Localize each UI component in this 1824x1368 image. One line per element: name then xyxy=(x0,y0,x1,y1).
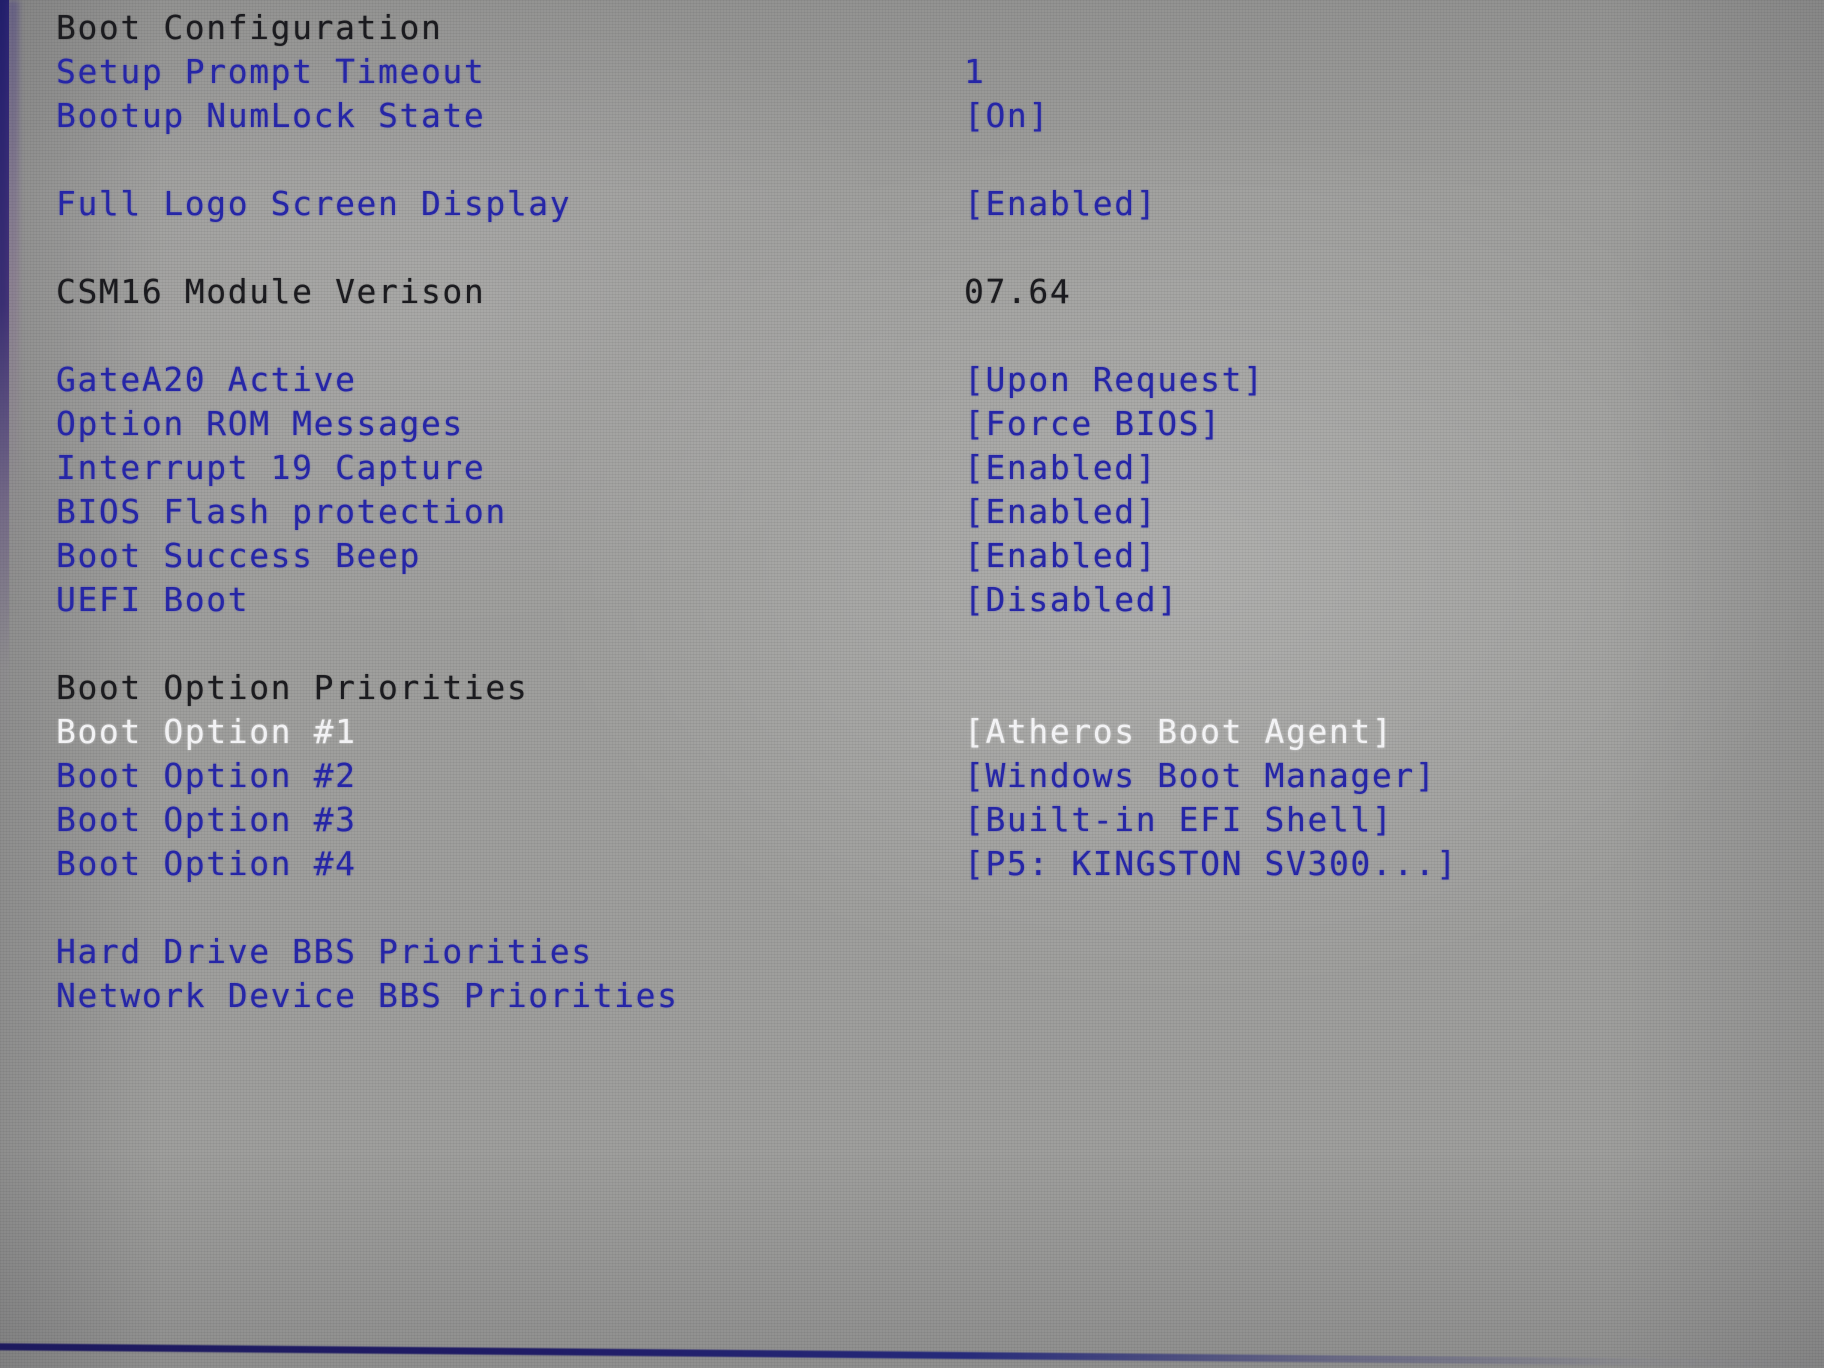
menu-item-label: UEFI Boot xyxy=(56,580,250,619)
menu-spacer xyxy=(56,226,1824,270)
menu-item-label: Boot Option #1 xyxy=(56,712,357,751)
menu-item-boot-option-1[interactable]: Boot Option #1 [Atheros Boot Agent] xyxy=(56,710,1824,754)
menu-header-boot-configuration: Boot Configuration xyxy=(56,6,1824,50)
menu-item-boot-option-2[interactable]: Boot Option #2 [Windows Boot Manager] xyxy=(56,754,1824,798)
menu-item-gatea20-active[interactable]: GateA20 Active [Upon Request] xyxy=(56,358,1824,402)
menu-item-option-rom-messages[interactable]: Option ROM Messages [Force BIOS] xyxy=(56,402,1824,446)
menu-item-label: Full Logo Screen Display xyxy=(56,184,572,223)
menu-item-value[interactable]: [On] xyxy=(964,94,1050,138)
menu-spacer xyxy=(56,622,1824,666)
bios-menu-list: Boot Configuration Setup Prompt Timeout 1 B… xyxy=(0,0,1824,1368)
menu-spacer xyxy=(56,314,1824,358)
menu-item-interrupt-19-capture[interactable]: Interrupt 19 Capture [Enabled] xyxy=(56,446,1824,490)
menu-item-value[interactable]: [Upon Request] xyxy=(964,358,1265,402)
menu-item-label: Setup Prompt Timeout xyxy=(56,52,486,91)
menu-item-value[interactable]: [Atheros Boot Agent] xyxy=(964,710,1393,754)
menu-item-label: BIOS Flash protection xyxy=(56,492,507,531)
menu-spacer xyxy=(56,138,1824,182)
menu-item-label: Network Device BBS Priorities xyxy=(56,976,679,1015)
menu-item-label: Boot Success Beep xyxy=(56,536,421,575)
menu-item-value[interactable]: [Force BIOS] xyxy=(964,402,1222,446)
menu-item-label: Boot Option Priorities xyxy=(56,668,529,707)
menu-spacer xyxy=(56,886,1824,930)
menu-item-network-device-bbs-priorities[interactable]: Network Device BBS Priorities xyxy=(56,974,1824,1018)
menu-item-value[interactable]: [Disabled] xyxy=(964,578,1179,622)
menu-item-value[interactable]: 07.64 xyxy=(964,270,1071,314)
menu-header-boot-option-priorities: Boot Option Priorities xyxy=(56,666,1824,710)
menu-item-label: Boot Configuration xyxy=(56,8,443,47)
menu-item-value[interactable]: [Enabled] xyxy=(964,490,1157,534)
menu-item-label: GateA20 Active xyxy=(56,360,357,399)
menu-item-value[interactable]: 1 xyxy=(964,50,985,94)
menu-item-boot-success-beep[interactable]: Boot Success Beep [Enabled] xyxy=(56,534,1824,578)
menu-item-boot-option-4[interactable]: Boot Option #4 [P5: KINGSTON SV300...] xyxy=(56,842,1824,886)
menu-item-value[interactable]: [Enabled] xyxy=(964,182,1157,226)
menu-item-label: Boot Option #3 xyxy=(56,800,357,839)
menu-header-csm16-module-verison: CSM16 Module Verison 07.64 xyxy=(56,270,1824,314)
menu-item-setup-prompt-timeout[interactable]: Setup Prompt Timeout 1 xyxy=(56,50,1824,94)
menu-item-value[interactable]: [P5: KINGSTON SV300...] xyxy=(964,842,1458,886)
menu-item-label: Bootup NumLock State xyxy=(56,96,486,135)
menu-item-uefi-boot[interactable]: UEFI Boot [Disabled] xyxy=(56,578,1824,622)
menu-item-label: CSM16 Module Verison xyxy=(56,272,486,311)
menu-item-full-logo-screen-display[interactable]: Full Logo Screen Display [Enabled] xyxy=(56,182,1824,226)
menu-item-value[interactable]: [Enabled] xyxy=(964,534,1157,578)
menu-item-value[interactable]: [Windows Boot Manager] xyxy=(964,754,1436,798)
menu-item-label: Boot Option #4 xyxy=(56,844,357,883)
menu-item-label: Option ROM Messages xyxy=(56,404,464,443)
menu-item-label: Hard Drive BBS Priorities xyxy=(56,932,593,971)
menu-item-label: Interrupt 19 Capture xyxy=(56,448,486,487)
menu-item-value[interactable]: [Built-in EFI Shell] xyxy=(964,798,1393,842)
menu-item-boot-option-3[interactable]: Boot Option #3 [Built-in EFI Shell] xyxy=(56,798,1824,842)
menu-item-label: Boot Option #2 xyxy=(56,756,357,795)
menu-item-bootup-numlock-state[interactable]: Bootup NumLock State [On] xyxy=(56,94,1824,138)
bios-setup-screen: Boot Configuration Setup Prompt Timeout 1 B… xyxy=(0,0,1824,1368)
menu-item-bios-flash-protection[interactable]: BIOS Flash protection [Enabled] xyxy=(56,490,1824,534)
menu-item-hard-drive-bbs-priorities[interactable]: Hard Drive BBS Priorities xyxy=(56,930,1824,974)
menu-item-value[interactable]: [Enabled] xyxy=(964,446,1157,490)
